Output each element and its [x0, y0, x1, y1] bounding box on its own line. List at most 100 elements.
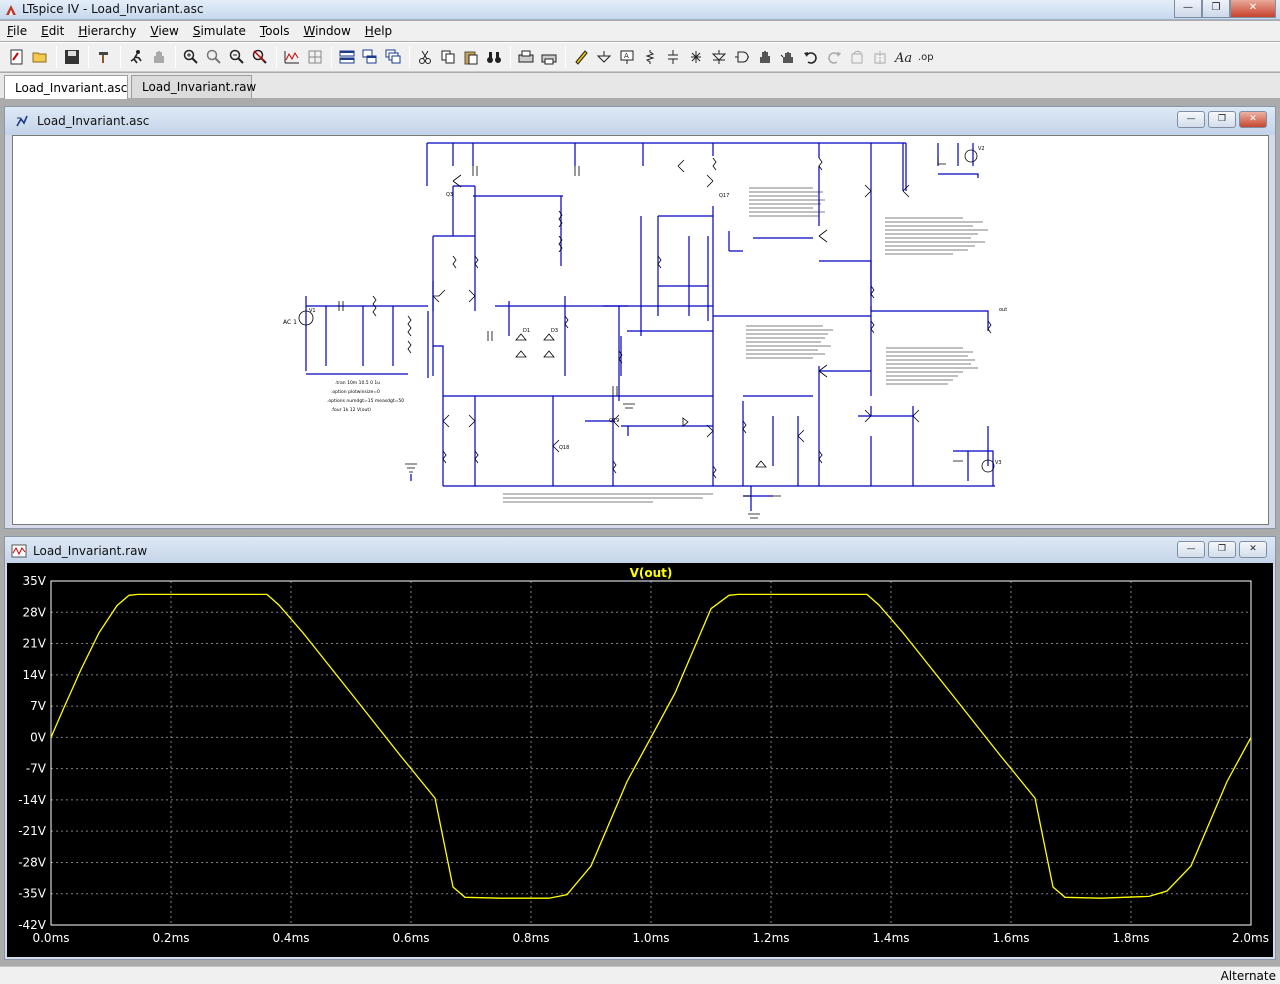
waveform-close-button[interactable]: ✕	[1239, 541, 1267, 558]
pencil-icon	[575, 50, 588, 65]
cascade-button[interactable]	[359, 46, 381, 68]
spice-directive-button[interactable]: .op	[915, 46, 937, 68]
paste-button[interactable]	[460, 46, 482, 68]
resistor-button[interactable]	[639, 46, 661, 68]
svg-text:A: A	[624, 52, 629, 60]
schematic-drawing: V1 V2 V3 Q3 Q17 Q18 Q19 D1 D3 out AC 1 .…	[283, 142, 1007, 519]
window-title: LTspice IV - Load_Invariant.asc	[22, 2, 204, 16]
printer-icon	[541, 54, 557, 65]
print-setup-button[interactable]	[515, 46, 537, 68]
menu-file[interactable]: File	[2, 24, 32, 38]
menu-edit[interactable]: Edit	[36, 24, 69, 38]
y-tick-label: 21V	[23, 637, 47, 651]
cut-button[interactable]	[414, 46, 436, 68]
svg-text:.op: .op	[918, 52, 934, 63]
rotate-icon	[851, 50, 863, 64]
mirror-button[interactable]	[869, 46, 891, 68]
svg-text:Q3: Q3	[446, 192, 453, 198]
y-tick-label: 28V	[23, 605, 47, 619]
title-bar: LTspice IV - Load_Invariant.asc — ❐ ✕	[0, 0, 1280, 20]
tab-waveform-label: Load_Invariant.raw	[142, 80, 257, 94]
waveform-window-titlebar[interactable]: Load_Invariant.raw — ❐ ✕	[5, 537, 1275, 565]
control-panel-button[interactable]	[93, 46, 115, 68]
status-text: Alternate	[1220, 969, 1276, 983]
print-button[interactable]	[538, 46, 560, 68]
x-tick-label: 0.0ms	[32, 931, 69, 945]
zoom-fit-button[interactable]	[249, 46, 271, 68]
menu-hierarchy[interactable]: Hierarchy	[73, 24, 141, 38]
move-button[interactable]	[754, 46, 776, 68]
save-icon	[65, 50, 79, 64]
waveform-maximize-button[interactable]: ❐	[1208, 541, 1236, 558]
menu-simulate[interactable]: Simulate	[188, 24, 251, 38]
minimize-button[interactable]: —	[1174, 0, 1202, 18]
menu-help[interactable]: Help	[360, 24, 397, 38]
text-icon: Aa	[894, 51, 912, 65]
status-bar: Alternate	[0, 966, 1280, 984]
zoom-out-button[interactable]	[226, 46, 248, 68]
capacitor-button[interactable]	[662, 46, 684, 68]
draw-wire-button[interactable]	[570, 46, 592, 68]
waveform-minimize-button[interactable]: —	[1177, 541, 1205, 558]
window-controls: — ❐ ✕	[1174, 0, 1276, 19]
plot-autorange-icon	[284, 51, 299, 64]
autorange-button[interactable]	[281, 46, 303, 68]
toolbar-separator	[565, 46, 566, 68]
waveform-window-controls: — ❐ ✕	[1177, 541, 1267, 558]
close-button[interactable]: ✕	[1230, 0, 1276, 18]
find-button[interactable]	[483, 46, 505, 68]
halt-button[interactable]	[148, 46, 170, 68]
waveform-icon	[11, 544, 27, 558]
schematic-window-titlebar[interactable]: Load_Invariant.asc — ❐ ✕	[5, 107, 1275, 135]
run-button[interactable]	[125, 46, 147, 68]
schematic-maximize-button[interactable]: ❐	[1208, 111, 1236, 128]
zoom-out-icon	[229, 49, 244, 64]
waveform-plot-area[interactable]: 35V 28V 21V 14V 7V 0V -7V -14V -21V -28V -35V -42V …	[7, 563, 1273, 957]
redo-button[interactable]	[823, 46, 845, 68]
tile-horizontal-icon	[339, 50, 355, 64]
zoom-pan-icon	[206, 49, 221, 64]
component-button[interactable]	[731, 46, 753, 68]
trace-label[interactable]: V(out)	[630, 566, 673, 580]
schematic-minimize-button[interactable]: —	[1177, 111, 1205, 128]
copy-button[interactable]	[437, 46, 459, 68]
rotate-button[interactable]	[846, 46, 868, 68]
tab-schematic[interactable]: Load_Invariant.asc	[4, 75, 128, 99]
schematic-wires	[305, 142, 995, 511]
svg-text:D3: D3	[551, 328, 558, 334]
save-button[interactable]	[61, 46, 83, 68]
new-schematic-button[interactable]	[6, 46, 28, 68]
drag-button[interactable]	[777, 46, 799, 68]
zoom-in-button[interactable]	[180, 46, 202, 68]
tab-waveform[interactable]: Load_Invariant.raw	[131, 75, 256, 98]
undo-button[interactable]	[800, 46, 822, 68]
pan-button[interactable]	[203, 46, 225, 68]
text-button[interactable]: Aa	[892, 46, 914, 68]
svg-text:V3: V3	[995, 460, 1002, 466]
maximize-button[interactable]: ❐	[1202, 0, 1230, 18]
x-tick-label: 1.2ms	[752, 931, 789, 945]
tile-horizontal-button[interactable]	[336, 46, 358, 68]
open-button[interactable]	[29, 46, 51, 68]
diode-button[interactable]	[708, 46, 730, 68]
printer-setup-icon	[518, 50, 534, 63]
menu-tools[interactable]: Tools	[255, 24, 295, 38]
ground-icon	[596, 51, 612, 63]
ground-button[interactable]	[593, 46, 615, 68]
inductor-button[interactable]	[685, 46, 707, 68]
schematic-window-title: Load_Invariant.asc	[37, 114, 150, 128]
tile-vertical-button[interactable]	[382, 46, 404, 68]
schematic-close-button[interactable]: ✕	[1239, 111, 1267, 128]
plot-settings-button[interactable]	[304, 46, 326, 68]
y-tick-label: 35V	[23, 574, 47, 588]
y-tick-label: -7V	[26, 762, 47, 776]
menu-view[interactable]: View	[145, 24, 183, 38]
toolbar-separator	[409, 46, 410, 68]
schematic-icon	[16, 115, 28, 127]
waveform-window-title: Load_Invariant.raw	[33, 544, 148, 558]
schematic-canvas[interactable]: V1 V2 V3 Q3 Q17 Q18 Q19 D1 D3 out AC 1 .…	[12, 135, 1269, 525]
svg-text:Aa: Aa	[894, 51, 912, 65]
label-net-button[interactable]: A	[616, 46, 638, 68]
menu-window[interactable]: Window	[298, 24, 355, 38]
spice-directive-icon: .op	[918, 52, 934, 63]
